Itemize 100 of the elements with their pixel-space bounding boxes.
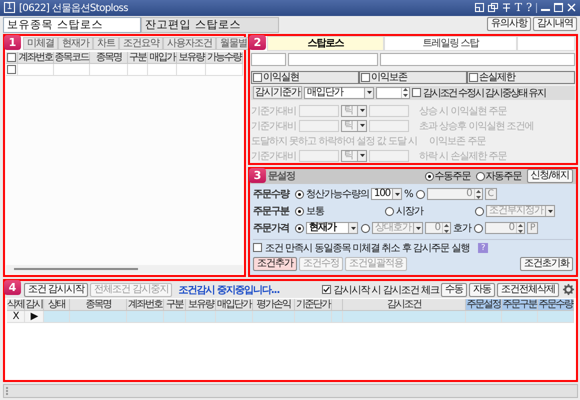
caret-icon[interactable] [416, 226, 420, 230]
toolbar-button[interactable]: T [514, 2, 522, 14]
tab[interactable]: 미체결 [23, 36, 58, 50]
checkbox-label: 감시시작 시 감시조건 체크 [333, 284, 439, 297]
spin-arrows-icon[interactable] [474, 188, 482, 200]
caret-icon[interactable] [360, 109, 364, 112]
radio-button[interactable] [295, 190, 304, 199]
scrollbar[interactable] [6, 265, 243, 274]
radio-button[interactable] [416, 190, 425, 199]
radio-button[interactable] [424, 172, 434, 181]
table-cell [295, 311, 332, 324]
tab[interactable]: 스탑로스 [267, 36, 384, 51]
tab[interactable] [517, 36, 575, 51]
button[interactable]: 수동 [441, 282, 467, 297]
section-badge: 2 [249, 34, 266, 50]
pin-icon[interactable] [502, 3, 511, 12]
table-cell [538, 311, 574, 324]
button[interactable]: 조건 감시시작 [24, 282, 88, 297]
spin-field[interactable]: 0 [425, 222, 451, 234]
column-header: 계좌번호 [18, 52, 54, 64]
caret-icon[interactable] [548, 210, 552, 213]
tab[interactable]: 차트 [93, 36, 119, 50]
caret-icon[interactable] [360, 154, 364, 158]
checkbox[interactable] [253, 243, 262, 252]
column-header: 종목명 [70, 299, 127, 312]
tab[interactable]: 현재가 [58, 36, 93, 50]
checkbox[interactable] [412, 88, 421, 98]
windows-icon[interactable] [488, 3, 498, 12]
button[interactable]: 감시내역 [533, 16, 577, 31]
spin-field[interactable]: 0 [426, 188, 483, 200]
dropdown[interactable]: 100 [371, 188, 402, 200]
spin-arrows-icon[interactable] [517, 222, 524, 234]
radio-label: 수동주문 [434, 170, 471, 184]
caret-icon[interactable] [394, 192, 400, 196]
button[interactable]: 조건초기화 [520, 257, 573, 272]
radio-button[interactable] [475, 206, 484, 216]
button[interactable]: 유의사항 [487, 16, 531, 31]
column-header: 보유량 [177, 52, 206, 64]
radio-button[interactable] [295, 206, 304, 216]
column-header: 가능수량 [206, 52, 243, 64]
checkbox[interactable] [322, 285, 332, 294]
tab[interactable]: 트레일링 스탑 [384, 36, 517, 51]
radio-label: 시장가 [396, 205, 423, 218]
description-text: 하락 시 손실제한 주문 [419, 150, 507, 163]
input-field[interactable] [251, 52, 286, 66]
checkbox[interactable] [469, 72, 478, 82]
section-badge: 3 [249, 168, 266, 183]
spin-field[interactable] [376, 86, 410, 99]
table-cell [177, 64, 206, 76]
input-field[interactable] [380, 52, 575, 66]
table-cell [148, 64, 177, 76]
column-header: 감시 [25, 299, 44, 312]
table-cell [186, 311, 216, 324]
radio-label: 청산가능수량의 [306, 188, 369, 202]
dropdown[interactable]: 매입단가 [304, 86, 374, 99]
tab[interactable]: 보유종목 스탑로스 [3, 16, 141, 33]
field-label: 기준가대비 [251, 120, 297, 133]
settings-icon[interactable] [563, 284, 574, 296]
window-icon[interactable] [474, 3, 484, 12]
table-cell [332, 311, 343, 324]
tab[interactable]: 월물별 [216, 36, 251, 50]
radio-button[interactable] [361, 224, 370, 233]
column-header: 주문수량 [538, 299, 574, 312]
tab[interactable]: 사용자조건 [163, 36, 216, 50]
button[interactable]: 조건추가 [253, 257, 297, 272]
table-cell[interactable]: ▶ [25, 311, 44, 324]
radio-button[interactable] [295, 224, 304, 233]
spin-arrows-icon[interactable] [402, 87, 409, 98]
caret-icon[interactable] [366, 91, 372, 94]
checkbox[interactable] [361, 72, 370, 82]
description-text: 도달하지 못하고 하락하여 설정 값 도달 시 [251, 134, 418, 148]
checkbox-label: 이익보존 [371, 71, 407, 84]
scrollbar-thumb[interactable] [14, 268, 138, 270]
dropdown[interactable]: 현재가 [306, 222, 358, 234]
toolbar-button[interactable]: ? [526, 2, 532, 14]
tab[interactable]: 잔고편입 스탑로스 [141, 16, 279, 33]
close-icon[interactable] [567, 3, 576, 12]
caret-icon[interactable] [360, 124, 364, 128]
checkbox[interactable] [253, 72, 262, 82]
table-cell[interactable]: X [7, 311, 25, 324]
checkbox-label: 이익실현 [263, 71, 299, 84]
button[interactable]: 자동 [469, 282, 495, 297]
spin-arrows-icon[interactable] [443, 222, 450, 234]
tab[interactable]: 조건요약 [119, 36, 163, 50]
table-cell [127, 311, 164, 324]
column-header: 구분 [128, 52, 148, 64]
field-label: 주문수량 [253, 188, 290, 202]
section-badge: 4 [4, 280, 21, 296]
field-label: 감시기준가 [253, 86, 302, 100]
radio-button[interactable] [476, 172, 485, 181]
spin-field[interactable]: 0 [485, 222, 525, 234]
input-field[interactable] [288, 52, 378, 66]
maximize-icon[interactable] [554, 3, 563, 12]
description-text: 상승 시 이익실현 주문 [419, 104, 507, 118]
button[interactable]: 신청/해지 [526, 169, 573, 184]
caret-icon[interactable] [350, 226, 356, 230]
radio-button[interactable] [474, 224, 483, 233]
checkbox-label: 조건 만족시 동일종목 미체결 취소 후 감시주문 실행 [265, 242, 470, 255]
button[interactable]: 조건전체삭제 [497, 282, 559, 297]
radio-button[interactable] [385, 206, 394, 216]
